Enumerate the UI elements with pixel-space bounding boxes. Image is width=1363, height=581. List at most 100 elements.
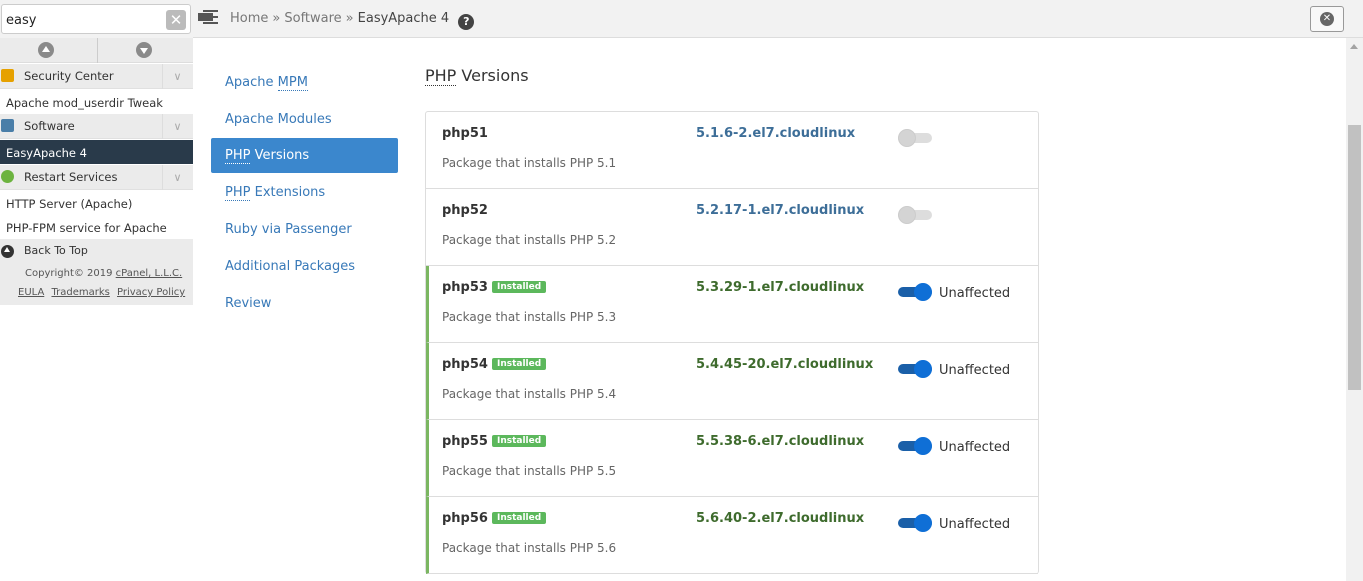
scroll-up-icon[interactable] [1350,44,1358,49]
title-abbr: PHP [425,66,457,86]
back-to-top-button[interactable]: Back To Top [0,239,193,263]
package-toggle[interactable] [898,206,932,224]
menu-toggle-icon[interactable] [198,9,218,25]
sidebar-item-apache-mod-userdir[interactable]: Apache mod_userdir Tweak [0,90,193,114]
package-description: Package that installs PHP 5.3 [442,310,617,324]
package-toggle[interactable] [898,437,932,455]
package-version: 5.3.29-1.el7.cloudlinux [696,280,865,295]
package-status: Unaffected [939,517,1011,532]
footer-links: EULA Trademarks Privacy Policy [18,287,189,298]
sidebar-item-php-fpm[interactable]: PHP-FPM service for Apache [0,215,193,239]
arrow-up-icon [1,245,14,258]
nav-review[interactable]: Review [211,286,398,321]
cpanel-link[interactable]: cPanel, L.L.C. [116,268,183,279]
software-icon [1,119,14,132]
package-row: php53 Installed Package that installs PHP … [426,266,1038,343]
toggle-knob [914,437,932,455]
chevron-down-icon[interactable]: ∨ [162,165,192,190]
package-row: php55 Installed Package that installs PHP … [426,420,1038,497]
nav-additional-packages[interactable]: Additional Packages [211,249,398,284]
package-name: php51 [442,126,488,141]
package-description: Package that installs PHP 5.6 [442,541,617,555]
package-name: php53 Installed [442,280,547,295]
restart-icon [1,170,14,183]
sidebar-item-http-server[interactable]: HTTP Server (Apache) [0,191,193,215]
collapse-all-button[interactable] [0,38,96,63]
search-input[interactable] [1,4,191,34]
category-label: Restart Services [24,170,118,184]
nav-php-extensions[interactable]: PHP Extensions [211,175,398,210]
copyright: Copyright© 2019 cPanel, L.L.C. [25,268,186,279]
eula-link[interactable]: EULA [18,287,44,298]
sidebar-footer: Copyright© 2019 cPanel, L.L.C. EULA Trad… [0,263,193,305]
help-icon[interactable]: ? [458,14,475,30]
toggle-knob [898,206,916,224]
package-name-text: php55 [442,434,488,449]
package-version: 5.4.45-20.el7.cloudlinux [696,357,874,372]
close-icon: ✕ [1320,12,1334,26]
toggle-knob [914,360,932,378]
package-description: Package that installs PHP 5.1 [442,156,617,170]
package-name: php54 Installed [442,357,547,372]
close-button[interactable]: ✕ [1310,6,1344,32]
package-name-text: php51 [442,126,488,141]
category-software[interactable]: Software ∨ [0,114,193,139]
package-name-text: php54 [442,357,488,372]
installed-badge: Installed [491,435,547,447]
toggle-knob [914,283,932,301]
package-toggle[interactable] [898,514,932,532]
package-row: php56 Installed Package that installs PHP … [426,497,1038,574]
nav-abbr: MPM [277,75,308,91]
page-title: PHP Versions [425,66,529,86]
expand-all-button[interactable] [97,38,193,63]
nav-ruby-passenger[interactable]: Ruby via Passenger [211,212,398,247]
package-name: php56 Installed [442,511,547,526]
package-status: Unaffected [939,363,1011,378]
installed-badge: Installed [491,512,547,524]
package-name-text: php53 [442,280,488,295]
breadcrumb-software[interactable]: Software [284,11,341,26]
nav-abbr: PHP [225,185,251,201]
back-to-top-label: Back To Top [24,244,88,257]
package-list: php51 Package that installs PHP 5.1 5.1.6-… [425,111,1039,574]
chevron-down-icon[interactable]: ∨ [162,114,192,139]
package-name: php55 Installed [442,434,547,449]
installed-badge: Installed [491,358,547,370]
top-bar: Home» Software» EasyApache 4 ? ✕ [193,0,1363,38]
circle-up-icon [38,42,54,58]
nav-apache-mpm[interactable]: Apache MPM [211,65,398,100]
breadcrumb-home[interactable]: Home [230,11,268,26]
package-description: Package that installs PHP 5.2 [442,233,617,247]
category-restart-services[interactable]: Restart Services ∨ [0,165,193,190]
category-security-center[interactable]: Security Center ∨ [0,64,193,89]
category-label: Security Center [24,69,114,83]
category-label: Software [24,119,75,133]
sidebar: ✕ Security Center ∨ Apache mod_userdir T… [0,0,193,581]
trademarks-link[interactable]: Trademarks [51,287,109,298]
package-toggle[interactable] [898,283,932,301]
package-toggle[interactable] [898,129,932,147]
toggle-knob [914,514,932,532]
package-toggle[interactable] [898,360,932,378]
scrollbar-thumb[interactable] [1348,125,1361,390]
collapse-controls [0,38,193,63]
package-description: Package that installs PHP 5.5 [442,464,617,478]
package-row: php52 Package that installs PHP 5.2 5.2.17… [426,189,1038,266]
package-status: Unaffected [939,440,1011,455]
clear-search-icon[interactable]: ✕ [166,10,186,30]
chevron-down-icon[interactable]: ∨ [162,64,192,89]
circle-down-icon [136,42,152,58]
package-row: php51 Package that installs PHP 5.1 5.1.6-… [426,112,1038,189]
nav-php-versions[interactable]: PHP Versions [211,138,398,173]
sidebar-item-easyapache[interactable]: EasyApache 4 [0,140,193,164]
lock-icon [1,69,14,82]
package-version: 5.6.40-2.el7.cloudlinux [696,511,865,526]
breadcrumb: Home» Software» EasyApache 4 ? [230,11,475,30]
nav-apache-modules[interactable]: Apache Modules [211,102,398,137]
nav-label: Extensions [250,185,326,200]
package-version: 5.5.38-6.el7.cloudlinux [696,434,865,449]
scrollbar[interactable] [1346,38,1363,581]
title-text: Versions [456,66,529,85]
breadcrumb-separator: » [345,11,354,26]
privacy-policy-link[interactable]: Privacy Policy [117,287,185,298]
